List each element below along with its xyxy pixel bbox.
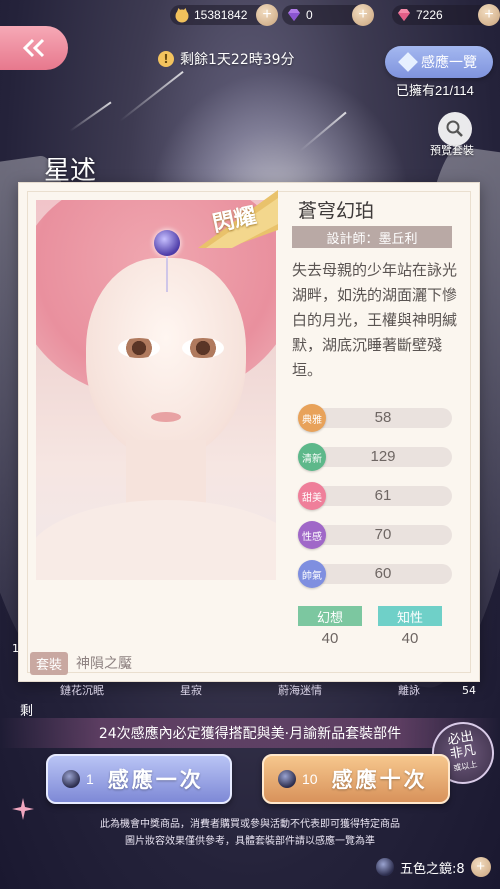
character-portrait bbox=[36, 200, 276, 580]
suit-list-item[interactable]: 離詠 bbox=[398, 682, 420, 698]
draw-once-label: 感應一次 bbox=[107, 767, 204, 792]
event-timer: ! 剩餘1天22時39分 bbox=[158, 48, 295, 70]
side-count: 1 bbox=[12, 642, 19, 655]
portrait-mouth bbox=[151, 412, 181, 422]
stat-value: 58 bbox=[374, 409, 392, 426]
suit-list-item[interactable]: 蔚海迷情 bbox=[278, 682, 322, 698]
stat-icon-elegant: 典雅 bbox=[298, 404, 326, 432]
purple-diamond-icon bbox=[288, 9, 300, 21]
draw-once-cost: 1 bbox=[86, 771, 94, 787]
cat-coin-icon bbox=[175, 8, 189, 23]
purple-diamond-currency: 0 + bbox=[282, 4, 374, 26]
owned-count: 已擁有21/114 bbox=[396, 83, 474, 98]
draw-ten-button[interactable]: 10 感應十次 bbox=[262, 754, 450, 804]
suit-list-row: 鏈花沉眠 星寂 蔚海迷情 離詠 bbox=[60, 682, 420, 698]
exclamation-icon: ! bbox=[158, 51, 174, 67]
suit-name: 神隕之魘 bbox=[76, 656, 133, 672]
pink-diamond-currency: 7226 + bbox=[392, 4, 500, 26]
preview-all-label: 感應一覽 bbox=[421, 55, 477, 71]
forehead-chain bbox=[166, 256, 168, 292]
item-description: 失去母親的少年站在詠光湖畔，如洗的湖面灑下慘白的月光，王權與神明緘默，湖底沉睡著… bbox=[292, 261, 458, 379]
back-button[interactable] bbox=[0, 26, 68, 70]
stat-icon-sweet: 甜美 bbox=[298, 482, 326, 510]
add-mirror-button[interactable]: + bbox=[470, 857, 491, 877]
currency-bar: 15381842 + 0 + 7226 + bbox=[160, 0, 500, 30]
search-icon bbox=[446, 120, 463, 137]
draw-once-button[interactable]: 1 感應一次 bbox=[46, 754, 232, 804]
add-gold-button[interactable]: + bbox=[256, 4, 278, 26]
stat-icon-sexy: 性感 bbox=[298, 521, 326, 549]
tag-intellect: 知性 bbox=[378, 606, 442, 626]
portrait-eye-right bbox=[182, 338, 224, 358]
draw-ten-label: 感應十次 bbox=[331, 767, 428, 792]
stats-list: 典雅 58 清新 129 甜美 61 性感 70 帥氣 60 bbox=[298, 404, 458, 601]
mirror-coin-icon bbox=[62, 770, 80, 788]
designer-label: 設計師：墨丘利 bbox=[292, 226, 452, 248]
stat-row-fresh: 清新 129 bbox=[298, 443, 458, 471]
disclaimer-line-2: 圖片妝容效果僅供參考，具體套裝部件請以感應一覽為準 bbox=[125, 836, 375, 847]
gold-value: 15381842 bbox=[194, 8, 248, 22]
suit-info: 套裝 神隕之魘 bbox=[30, 651, 133, 675]
portrait-shoulder bbox=[36, 500, 276, 580]
gold-currency: 15381842 + bbox=[170, 4, 278, 26]
forehead-jewel bbox=[154, 230, 180, 256]
guarantee-banner: 24次感應內必定獲得搭配與美·月諭新品套裝部件 bbox=[0, 718, 500, 748]
item-name: 蒼穹幻珀 bbox=[298, 200, 375, 222]
stat-value: 60 bbox=[374, 565, 392, 582]
diamond-icon bbox=[398, 52, 418, 72]
mirror-coin-icon bbox=[376, 858, 394, 876]
stat-row-elegant: 典雅 58 bbox=[298, 404, 458, 432]
suit-label: 套裝 bbox=[30, 651, 69, 675]
preview-all-button[interactable]: 感應一覽 bbox=[385, 46, 493, 78]
pink-diamond-value: 7226 bbox=[416, 8, 443, 22]
add-pink-diamond-button[interactable]: + bbox=[478, 4, 500, 26]
light-streak bbox=[69, 101, 112, 132]
mirror-currency: 五色之鏡:8 + bbox=[376, 855, 491, 879]
add-purple-diamond-button[interactable]: + bbox=[352, 4, 374, 26]
guarantee-text: 24次感應內必定獲得搭配與美·月諭新品套裝部件 bbox=[98, 726, 402, 742]
mirror-count: 五色之鏡:8 bbox=[400, 861, 465, 877]
timer-text: 剩餘1天22時39分 bbox=[180, 52, 295, 68]
light-streak bbox=[119, 70, 184, 122]
stat-value: 70 bbox=[374, 526, 392, 543]
tag-fantasy: 幻想 bbox=[298, 606, 362, 626]
side-number: 54 bbox=[462, 684, 476, 697]
mirror-coin-icon bbox=[278, 770, 296, 788]
purple-diamond-value: 0 bbox=[306, 8, 313, 22]
side-remaining-text: 剩 bbox=[20, 704, 34, 719]
stat-value: 61 bbox=[374, 487, 392, 504]
portrait-eye-left bbox=[118, 338, 160, 358]
suit-list-item[interactable]: 鏈花沉眠 bbox=[60, 682, 104, 698]
disclaimer-line-1: 此為機會中獎商品，消費者購買或參與活動不代表即可獲得特定商品 bbox=[100, 819, 400, 830]
stat-icon-fresh: 清新 bbox=[298, 443, 326, 471]
stat-value: 129 bbox=[370, 448, 396, 465]
tag-intellect-value: 40 bbox=[401, 630, 419, 647]
stat-row-cool: 帥氣 60 bbox=[298, 560, 458, 588]
preview-suit-label: 預覽套裝 bbox=[430, 144, 474, 157]
stat-icon-cool: 帥氣 bbox=[298, 560, 326, 588]
stat-row-sweet: 甜美 61 bbox=[298, 482, 458, 510]
preview-suit-button[interactable] bbox=[438, 112, 472, 146]
pink-diamond-icon bbox=[398, 9, 410, 21]
tag-fantasy-value: 40 bbox=[321, 630, 339, 647]
double-chevron-left-icon bbox=[22, 38, 45, 58]
suit-list-item[interactable]: 星寂 bbox=[180, 682, 202, 698]
stat-row-sexy: 性感 70 bbox=[298, 521, 458, 549]
draw-ten-cost: 10 bbox=[302, 771, 318, 787]
